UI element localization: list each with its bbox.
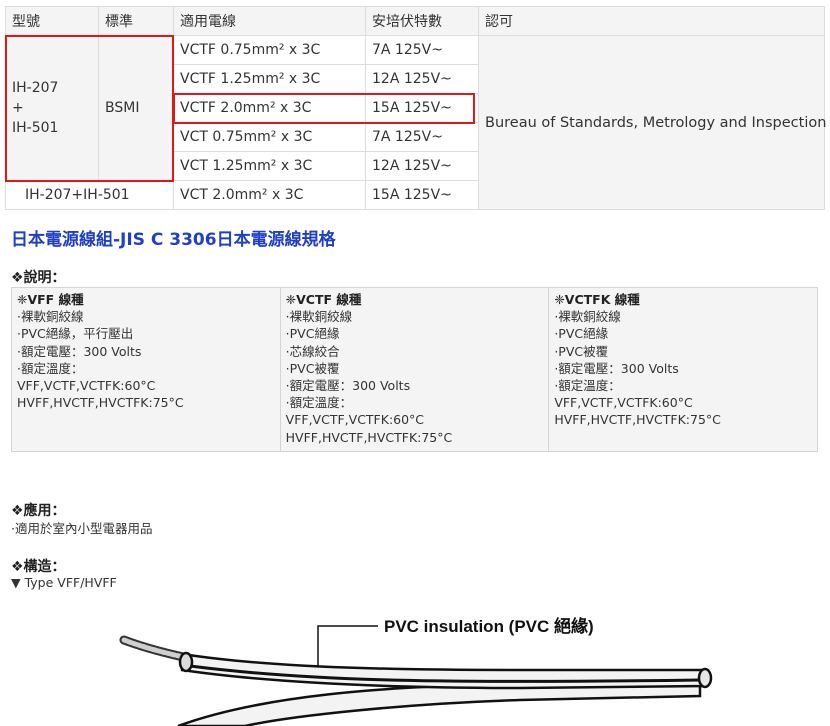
desc-line: HVFF,HVCTF,HVCTFK:75°C — [285, 429, 453, 445]
model-line: IH-207 — [12, 80, 59, 96]
lower-jacket-shape — [177, 680, 702, 726]
table-header-row: 型號 標準 適用電線 安培伏特數 認可 — [5, 6, 825, 36]
desc-line: HVFF,HVCTF,HVCTFK:75°C — [554, 412, 721, 428]
vctfk-title: ❈VCTFK 線種 — [554, 292, 640, 307]
callout-line — [317, 625, 378, 666]
desc-line: VFF,VCTF,VCTFK:60°C — [17, 378, 156, 394]
header-model: 型號 — [5, 6, 99, 36]
approval-cell: Bureau of Standards, Metrology and Inspe… — [478, 35, 826, 210]
desc-line: VFF,VCTF,VCTFK:60°C — [285, 412, 425, 428]
jacket-end-cap — [697, 667, 713, 689]
wire-cell: VCT 2.0mm² x 3C — [173, 180, 366, 210]
desc-line: ·PVC絕緣 — [285, 326, 340, 342]
standard-cell: BSMI — [98, 35, 174, 181]
desc-line: ·額定溫度： — [554, 378, 621, 394]
construction-type-line: ▼ Type VFF/HVFF — [11, 575, 117, 590]
wire-cell: VCTF 0.75mm² x 3C — [173, 35, 366, 65]
vctf-column: ❈VCTF 線種 ·裸軟銅絞線 ·PVC絕緣 ·芯線絞合 ·PVC被覆 ·額定電… — [279, 287, 550, 452]
vff-column: ❈VFF 線種 ·裸軟銅絞線 ·PVC絕緣，平行壓出 ·額定電壓：300 Vol… — [11, 287, 281, 452]
cable-illustration: PVC insulation (PVC 絕緣) — [119, 616, 713, 726]
desc-line: VFF,VCTF,VCTFK:60°C — [554, 395, 693, 411]
header-standard: 標準 — [98, 6, 174, 36]
desc-line: ·裸軟銅絞線 — [285, 309, 353, 325]
upper-jacket-shape — [180, 652, 707, 690]
desc-line: ·PVC絕緣 — [554, 326, 609, 342]
description-table: ❈VFF 線種 ·裸軟銅絞線 ·PVC絕緣，平行壓出 ·額定電壓：300 Vol… — [11, 287, 818, 452]
header-wire: 適用電線 — [173, 6, 366, 36]
desc-line: ·額定電壓：300 Volts — [554, 360, 679, 376]
model-line: IH-501 — [12, 120, 59, 136]
desc-line: ·額定電壓：300 Volts — [285, 378, 411, 394]
rating-cell: 15A 125V~ — [365, 93, 479, 123]
header-rating: 安培伏特數 — [365, 6, 479, 36]
desc-line: ·額定溫度： — [285, 395, 353, 411]
desc-line: ·芯線絞合 — [285, 343, 340, 359]
wire-cell: VCTF 1.25mm² x 3C — [173, 64, 366, 94]
table-row: IH-207 + IH-501 BSMI VCTF 0.75mm² x 3C 7… — [5, 35, 826, 210]
application-label: ❖應用： — [11, 503, 66, 519]
insulation-ring — [178, 651, 194, 673]
desc-line: ·裸軟銅絞線 — [17, 309, 84, 325]
desc-line: ·額定溫度： — [17, 360, 84, 376]
rating-cell: 7A 125V~ — [365, 122, 479, 152]
rating-cell: 7A 125V~ — [365, 35, 479, 65]
jis-heading: 日本電源線組-JIS C 3306日本電源線規格 — [11, 230, 336, 250]
rating-cell: 12A 125V~ — [365, 151, 479, 181]
wire-cell: VCT 0.75mm² x 3C — [173, 122, 366, 152]
rating-cell: 15A 125V~ — [365, 180, 479, 210]
application-text: ·適用於室內小型電器用品 — [11, 521, 153, 536]
desc-line: ·額定電壓：300 Volts — [17, 343, 142, 359]
desc-line: ·PVC被覆 — [285, 360, 340, 376]
combo-model-cell: IH-207+IH-501 — [5, 180, 174, 210]
rating-cell: 12A 125V~ — [365, 64, 479, 94]
vctfk-column: ❈VCTFK 線種 ·裸軟銅絞線 ·PVC絕緣 ·PVC被覆 ·額定電壓：300… — [548, 287, 818, 452]
vff-title: ❈VFF 線種 — [17, 292, 84, 307]
wire-cell: VCT 1.25mm² x 3C — [173, 151, 366, 181]
desc-line: ·PVC被覆 — [554, 343, 609, 359]
model-cell: IH-207 + IH-501 — [5, 35, 99, 181]
wire-cell: VCTF 2.0mm² x 3C — [173, 93, 366, 123]
vctf-title: ❈VCTF 線種 — [285, 292, 362, 307]
desc-line: ·裸軟銅絞線 — [554, 309, 621, 325]
spec-table: 型號 標準 適用電線 安培伏特數 認可 IH-207 + IH-501 BSMI… — [5, 6, 826, 210]
description-label: ❖說明： — [11, 270, 66, 286]
callout-label: PVC insulation (PVC 絕緣) — [384, 616, 594, 636]
desc-line: HVFF,HVCTF,HVCTFK:75°C — [17, 395, 184, 411]
model-line: + — [12, 100, 24, 116]
header-approval: 認可 — [478, 6, 825, 36]
construction-label: ❖構造： — [11, 559, 66, 575]
desc-line: ·PVC絕緣，平行壓出 — [17, 326, 134, 342]
copper-strand-core — [121, 637, 191, 661]
